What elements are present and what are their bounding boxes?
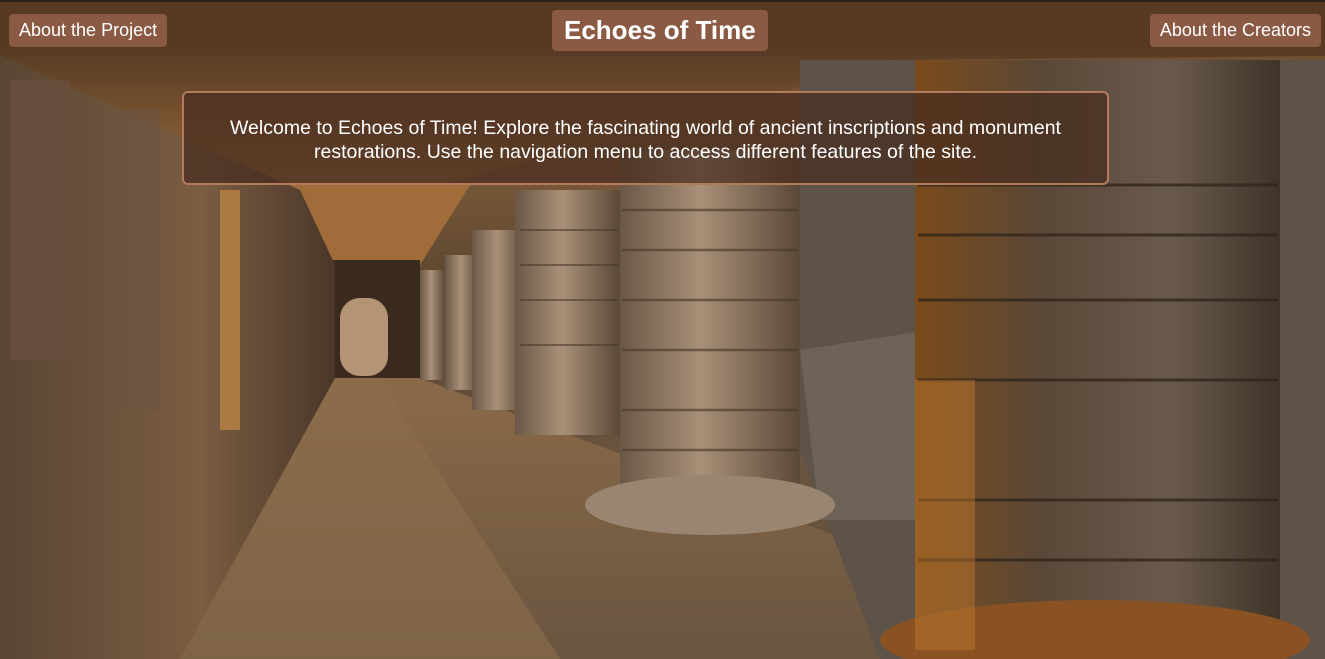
about-creators-button[interactable]: About the Creators [1149, 14, 1321, 47]
top-navigation-bar: About the Project Echoes of Time About t… [0, 0, 1325, 56]
about-project-button[interactable]: About the Project [9, 14, 168, 47]
welcome-panel: Welcome to Echoes of Time! Explore the f… [182, 91, 1109, 185]
welcome-message: Welcome to Echoes of Time! Explore the f… [230, 117, 1061, 163]
site-title: Echoes of Time [552, 10, 768, 51]
